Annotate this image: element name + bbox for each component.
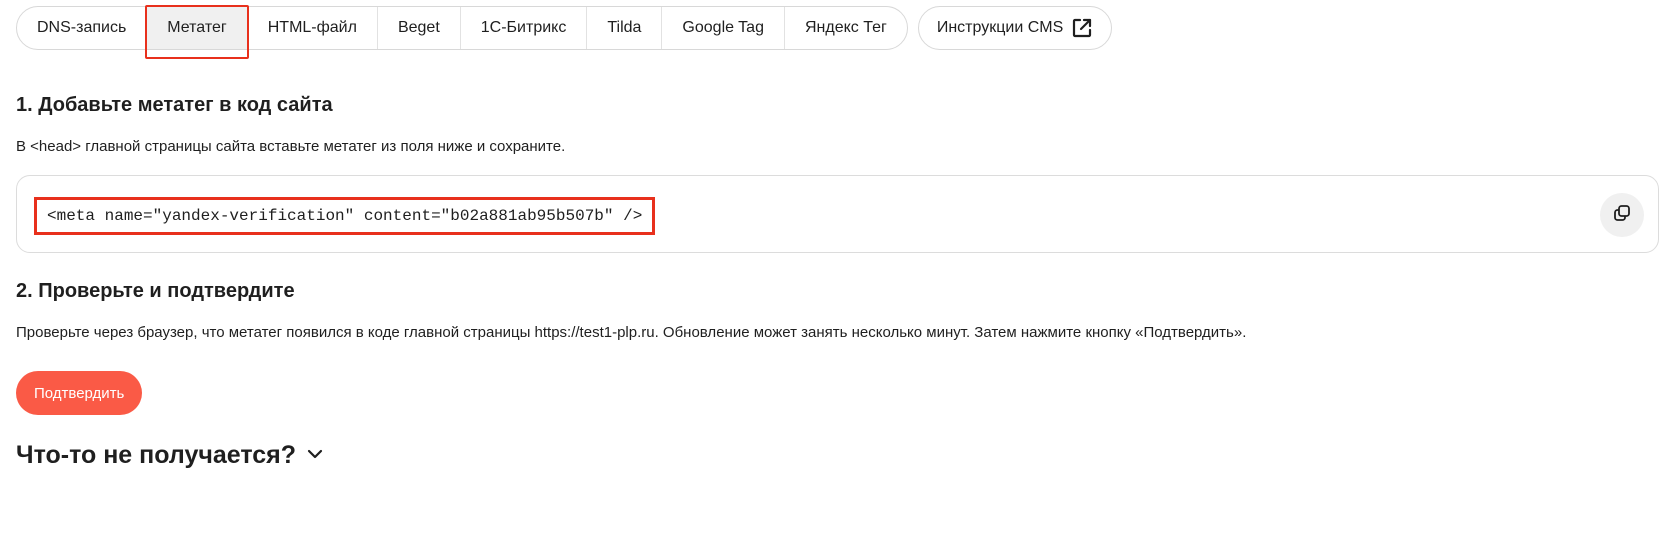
cms-instructions-link[interactable]: Инструкции CMS <box>917 6 1113 50</box>
step2-title: 2. Проверьте и подтвердите <box>16 280 295 302</box>
tab-label: Яндекс Тег <box>804 19 887 36</box>
tab-label: Google Tag <box>682 19 764 36</box>
step1-description: В <head> главной страницы сайта вставьте… <box>16 138 566 155</box>
metatag-code[interactable]: <meta name="yandex-verification" content… <box>34 197 656 235</box>
external-link-icon <box>1071 17 1093 39</box>
step1-title: 1. Добавьте метатег в код сайта <box>16 94 333 116</box>
tab-yandex-tag[interactable]: Яндекс Тег <box>785 7 907 49</box>
tab-metatag[interactable]: Метатег <box>145 5 250 59</box>
tab-label: Метатег <box>167 19 227 36</box>
confirm-button[interactable]: Подтвердить <box>16 371 143 415</box>
metatag-code-box: <meta name="yandex-verification" content… <box>16 175 1659 253</box>
troubleshooting-toggle[interactable]: Что-то не получается? <box>16 441 324 470</box>
cms-instructions-label: Инструкции CMS <box>936 19 1064 36</box>
tab-1c-bitrix[interactable]: 1С-Битрикс <box>461 7 588 49</box>
tab-google-tag[interactable]: Google Tag <box>662 7 785 49</box>
method-tabs: DNS-запись Метатег HTML-файл Beget 1С-Би… <box>16 5 908 59</box>
tab-dns-record[interactable]: DNS-запись <box>17 7 148 49</box>
step2-description: Проверьте через браузер, что метатег поя… <box>16 324 1247 341</box>
tab-label: Beget <box>397 19 440 36</box>
chevron-down-icon <box>306 447 324 465</box>
method-tabs-row: DNS-запись Метатег HTML-файл Beget 1С-Би… <box>16 5 1113 59</box>
tab-label: Tilda <box>607 19 642 36</box>
troubleshooting-title: Что-то не получается? <box>16 441 297 469</box>
tab-beget[interactable]: Beget <box>378 7 461 49</box>
copy-button[interactable] <box>1600 193 1644 237</box>
tab-label: DNS-запись <box>37 19 127 36</box>
tab-html-file[interactable]: HTML-файл <box>248 7 378 49</box>
tab-label: 1С-Битрикс <box>480 19 567 36</box>
verification-page: DNS-запись Метатег HTML-файл Beget 1С-Би… <box>0 0 1680 534</box>
tab-tilda[interactable]: Tilda <box>587 7 663 49</box>
copy-icon <box>1613 204 1631 227</box>
tab-label: HTML-файл <box>267 19 357 36</box>
